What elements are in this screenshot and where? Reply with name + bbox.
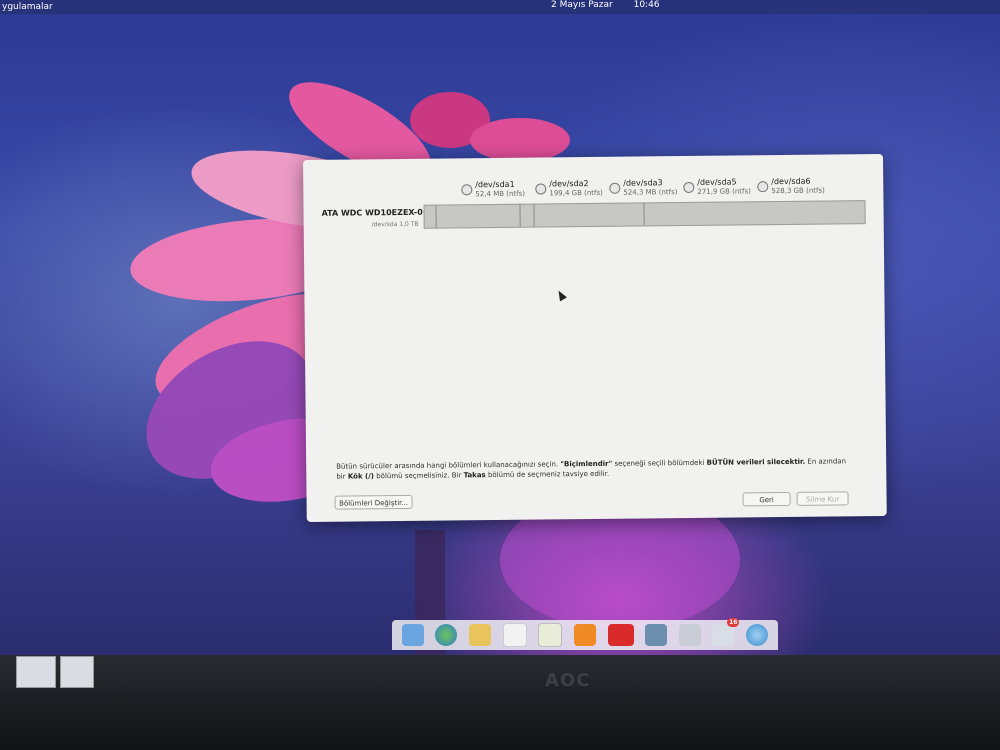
- partition-name: /dev/sda2: [549, 179, 589, 189]
- partition-bar[interactable]: [423, 200, 866, 229]
- radio-button[interactable]: [535, 183, 547, 195]
- partition-size: 524,3 MB (ntfs): [623, 188, 678, 197]
- back-button[interactable]: Geri: [742, 491, 791, 507]
- desc-text: Bütün sürücüler arasında hangi bölümleri…: [336, 460, 561, 471]
- video-icon[interactable]: [607, 624, 634, 646]
- desc-bold: Kök (/): [347, 472, 375, 481]
- partition-size: 528,3 GB (ntfs): [771, 186, 825, 196]
- desc-bold: BÜTÜN verileri silecektir.: [706, 457, 806, 467]
- radio-button[interactable]: [757, 181, 769, 193]
- disk-name: ATA WDC WD10EZEX-08R: [321, 207, 435, 218]
- partition-name: /dev/sda3: [623, 178, 663, 188]
- partition-sda6[interactable]: /dev/sda6 528,3 GB (ntfs): [757, 176, 837, 199]
- calendar-icon[interactable]: [538, 623, 563, 647]
- mail-icon[interactable]: [469, 624, 492, 646]
- desktop: ygulamalar 2 Mayıs Pazar 10:46 /dev/sda1…: [0, 0, 1000, 655]
- desc-text: bölümü seçmelisiniz. Bir: [373, 471, 464, 481]
- desc-text: seçeneği seçili bölümdeki: [612, 458, 707, 468]
- datetime-indicator[interactable]: 2 Mayıs Pazar 10:46: [551, 0, 678, 10]
- radio-button[interactable]: [461, 184, 473, 196]
- segment-sda3[interactable]: [520, 204, 535, 227]
- segment-sda6[interactable]: [644, 201, 862, 225]
- partition-sda1[interactable]: /dev/sda1 52,4 MB (ntfs): [461, 180, 541, 203]
- segment-sda2[interactable]: [436, 204, 521, 228]
- disk-device: /dev/sda 1,0 TB: [371, 220, 419, 229]
- applications-menu[interactable]: ygulamalar: [2, 2, 53, 12]
- partition-sda3[interactable]: /dev/sda3 524,3 MB (ntfs): [609, 178, 689, 201]
- multitasking-icon[interactable]: [401, 624, 424, 646]
- install-button[interactable]: Silme Kur: [796, 491, 849, 506]
- date-label: 2 Mayıs Pazar: [551, 0, 613, 10]
- partition-size: 52,4 MB (ntfs): [475, 189, 526, 199]
- partition-name: /dev/sda6: [771, 176, 811, 187]
- partition-name: /dev/sda5: [697, 177, 737, 187]
- desc-bold: Takas: [463, 471, 486, 480]
- radio-button[interactable]: [683, 181, 695, 194]
- dock: 16: [392, 618, 778, 650]
- appcenter-icon[interactable]: 16: [712, 618, 740, 646]
- browser-icon[interactable]: [435, 624, 458, 646]
- partition-size: 271,9 GB (ntfs): [697, 187, 751, 196]
- time-label: 10:46: [633, 0, 660, 10]
- energy-star-sticker: [16, 656, 56, 688]
- desc-text: bölümü de seçmeniz tavsiye edilir.: [485, 469, 610, 480]
- music-icon[interactable]: [573, 624, 596, 646]
- change-partitions-button[interactable]: Bölümleri Değiştir...: [334, 494, 413, 510]
- segment-sda1[interactable]: [424, 205, 437, 228]
- monitor-bezel: [0, 655, 1000, 750]
- radio-button[interactable]: [609, 182, 621, 194]
- partition-size: 199,4 GB (ntfs): [549, 188, 603, 198]
- partition-name: /dev/sda1: [475, 179, 515, 190]
- partition-list: /dev/sda1 52,4 MB (ntfs) /dev/sda2 199,4…: [461, 176, 881, 202]
- segment-sda5[interactable]: [534, 203, 645, 227]
- instructions-text: Bütün sürücüler arasında hangi bölümleri…: [336, 456, 856, 481]
- update-badge: 16: [727, 618, 740, 627]
- monitor-brand: AOC: [545, 670, 591, 691]
- top-panel: ygulamalar 2 Mayıs Pazar 10:46: [0, 0, 1000, 14]
- desc-bold: "Biçimlendir": [560, 459, 613, 469]
- installer-window: /dev/sda1 52,4 MB (ntfs) /dev/sda2 199,4…: [303, 153, 887, 522]
- partition-sda2[interactable]: /dev/sda2 199,4 GB (ntfs): [535, 179, 615, 202]
- tasks-icon[interactable]: [502, 623, 527, 647]
- partition-sda5[interactable]: /dev/sda5 271,9 GB (ntfs): [683, 177, 763, 200]
- windows-sticker: [60, 656, 94, 688]
- photos-icon[interactable]: [645, 624, 668, 646]
- installer-icon[interactable]: [746, 624, 769, 646]
- settings-icon[interactable]: [678, 624, 701, 646]
